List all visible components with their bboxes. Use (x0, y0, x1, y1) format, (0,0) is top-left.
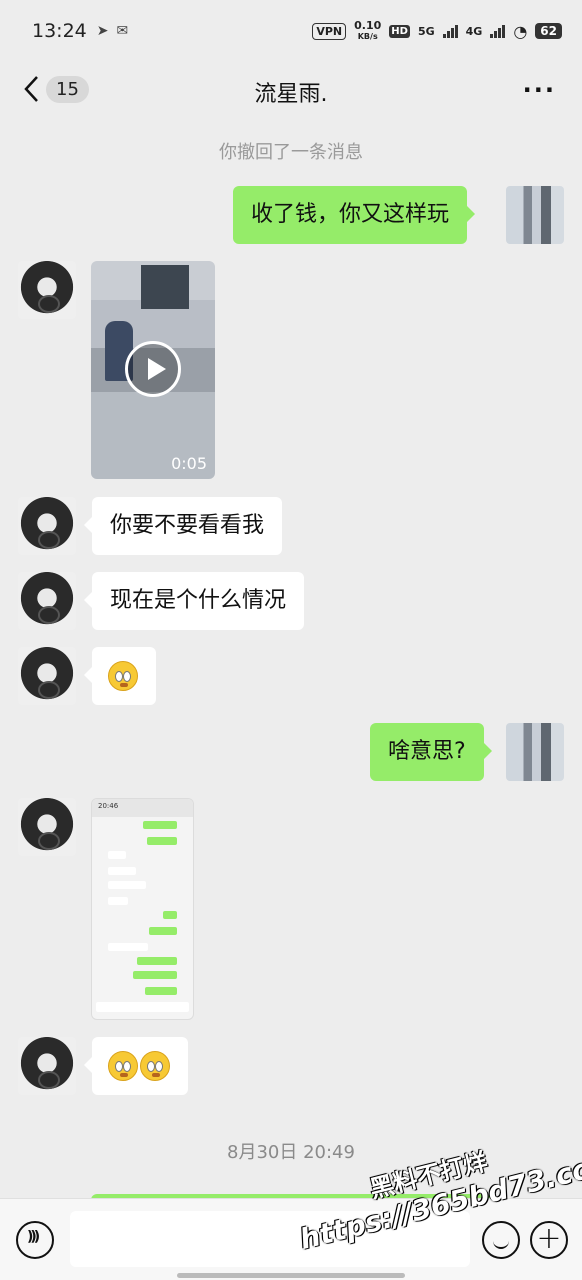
thumb-row (137, 957, 177, 965)
video-duration: 0:05 (171, 454, 207, 473)
thumb-row (145, 987, 177, 995)
home-indicator[interactable] (177, 1273, 405, 1278)
thumb-row (108, 851, 126, 859)
image-thumbnail-time: 20:46 (98, 802, 119, 810)
flushed-face-icon (108, 1051, 138, 1081)
thumb-input-bar (96, 1002, 189, 1012)
thumb-row (143, 821, 177, 829)
flushed-face-icon (140, 1051, 170, 1081)
plus-icon[interactable]: + (530, 1221, 568, 1259)
net-speed-unit: KB/s (357, 31, 378, 41)
input-bar: + (0, 1198, 582, 1280)
video-message[interactable]: 0:05 (91, 261, 215, 479)
thumb-row (147, 837, 177, 845)
voice-icon[interactable] (16, 1221, 54, 1259)
contact-avatar[interactable] (18, 497, 76, 555)
network-5g-label: 5G (417, 24, 435, 38)
battery-icon: 62 (535, 23, 562, 39)
image-thumbnail-statusbar: 20:46 (92, 799, 193, 817)
thumb-row (108, 897, 128, 905)
thumb-row (163, 911, 177, 919)
message-bubble-received[interactable]: 现在是个什么情况 (83, 572, 305, 630)
chat-header: 15 流星雨. ··· (0, 62, 582, 122)
contact-avatar[interactable] (18, 798, 76, 856)
my-avatar[interactable] (506, 186, 564, 244)
recall-notice: 你撤回了一条消息 (219, 142, 363, 163)
emoji-message[interactable] (84, 1037, 188, 1095)
thinking-face-icon (108, 661, 138, 691)
more-options-icon[interactable]: ··· (523, 76, 556, 104)
emoji-icon[interactable] (482, 1221, 520, 1259)
status-notification-icons: ➤ ✉ (97, 23, 128, 39)
video-thumbnail-window (141, 265, 189, 309)
mail-icon: ✉ (116, 23, 129, 39)
message-bubble-sent[interactable]: 收了钱，你又这样玩 (233, 186, 476, 244)
vpn-icon: VPN (312, 22, 347, 40)
contact-avatar[interactable] (18, 647, 76, 705)
contact-avatar[interactable] (18, 1037, 76, 1095)
signal-icon-2 (490, 24, 506, 38)
my-avatar[interactable] (506, 723, 564, 781)
telegram-icon: ➤ (96, 23, 109, 39)
play-icon[interactable] (125, 341, 181, 397)
contact-avatar[interactable] (18, 572, 76, 630)
thumb-row (108, 881, 146, 889)
signal-icon (442, 24, 458, 38)
thumb-row (108, 943, 148, 951)
status-bar: 13:24 ➤ ✉ VPN 0.10 KB/s HD 5G 4G ◔ 62 (0, 0, 582, 62)
wifi-icon: ◔ (513, 21, 528, 41)
image-message[interactable]: 20:46 (91, 798, 194, 1020)
contact-avatar[interactable] (18, 261, 76, 319)
status-time: 13:24 (32, 20, 87, 42)
hd-icon: HD (389, 24, 410, 38)
thumb-row (149, 927, 177, 935)
emoji-message[interactable] (84, 647, 156, 705)
net-speed-value: 0.10 (354, 18, 382, 32)
status-right-icons: VPN 0.10 KB/s HD 5G 4G ◔ 62 (312, 18, 562, 42)
net-speed: 0.10 KB/s (354, 18, 382, 42)
chat-title: 流星雨. (254, 82, 328, 107)
thumb-row (133, 971, 177, 979)
message-bubble-sent[interactable]: 啥意思? (370, 723, 492, 781)
message-bubble-received[interactable]: 你要不要看看我 (83, 497, 283, 555)
network-4g-label: 4G (465, 24, 483, 38)
thumb-row (108, 867, 136, 875)
